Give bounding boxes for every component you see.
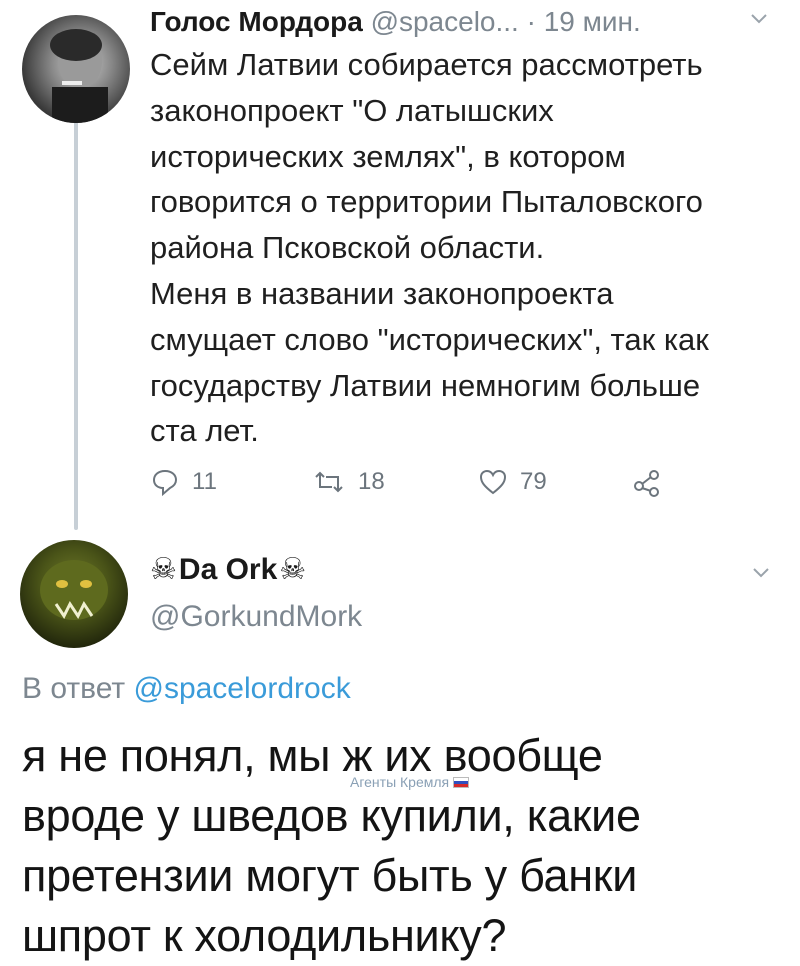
share-button[interactable] <box>632 462 662 502</box>
tweet-text-line: исторических землях", в котором <box>150 138 626 174</box>
avatar-photo <box>50 29 108 123</box>
avatar-photo <box>40 560 108 620</box>
author-handle[interactable]: @spacelo... <box>371 6 519 37</box>
like-button[interactable]: 79 <box>478 462 547 502</box>
author-name-row[interactable]: ☠ Da Ork ☠ <box>150 552 306 587</box>
reply-button[interactable]: 11 <box>150 462 217 502</box>
reply-icon <box>152 469 178 497</box>
chevron-down-icon[interactable] <box>750 562 772 584</box>
reply-prefix: В ответ <box>22 672 126 705</box>
retweet-icon <box>315 471 343 493</box>
separator-dot: · <box>526 6 536 37</box>
tweet-text-line: Сейм Латвии собирается рассмотреть <box>150 47 703 82</box>
watermark: Агенты Кремля <box>350 774 470 790</box>
tweet-text: я не понял, мы ж их вообще вроде у шведо… <box>22 726 792 966</box>
avatar[interactable] <box>22 15 130 123</box>
reply-mention-link[interactable]: @spacelordrock <box>133 672 350 705</box>
tweet-text-line: говорится о территории Пыталовского <box>150 184 703 220</box>
tweet-text-line: ста лет. <box>150 413 259 449</box>
author-name[interactable]: Голос Мордора <box>150 6 363 37</box>
reply-count: 11 <box>192 468 217 495</box>
heart-icon <box>479 469 507 495</box>
author-handle[interactable]: @GorkundMork <box>150 600 362 634</box>
tweet-text-line: района Псковской области. <box>150 230 545 266</box>
russian-flag-icon <box>453 776 470 788</box>
author-name: Da Ork <box>178 552 278 586</box>
tweet-text-line: вроде у шведов купили, какие <box>22 790 641 841</box>
avatar[interactable] <box>20 540 128 648</box>
like-count: 79 <box>520 468 547 495</box>
tweet-text-line: государству Латвии немногим больше <box>150 367 701 403</box>
tweet-text: Сейм Латвии собирается рассмотреть закон… <box>150 42 790 454</box>
thread-line <box>74 110 78 530</box>
tweet-text-line: претензии могут быть у банки <box>22 850 638 901</box>
skull-crossbones-icon: ☠ <box>279 553 307 586</box>
retweet-button[interactable]: 18 <box>312 462 385 502</box>
tweet-text-line: смущает слово "исторических", так как <box>150 321 709 357</box>
tweet-header: Голос Мордора @spacelo... · 19 мин. <box>150 0 780 44</box>
timestamp[interactable]: 19 мин. <box>544 6 641 37</box>
share-icon <box>634 470 659 497</box>
watermark-text: Агенты Кремля <box>350 774 450 790</box>
reply-context: В ответ @spacelordrock <box>22 672 351 706</box>
skull-crossbones-icon: ☠ <box>150 553 177 586</box>
tweet-text-line: Меня в названии законопроекта <box>150 275 614 311</box>
chevron-down-icon[interactable] <box>748 8 770 30</box>
retweet-count: 18 <box>358 468 385 495</box>
tweet-text-line: шпрот к холодильнику? <box>22 910 507 961</box>
tweet-text-line: законопроект "О латышских <box>150 92 554 128</box>
